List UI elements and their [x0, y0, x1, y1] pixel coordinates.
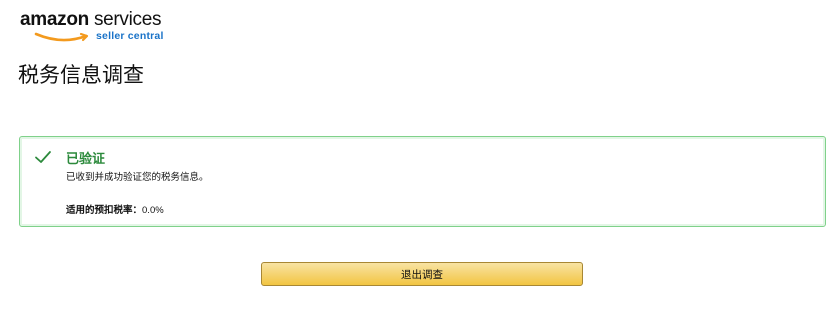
verification-success-box: 已验证 已收到并成功验证您的税务信息。 适用的预扣税率：0.0%	[19, 136, 826, 227]
checkmark-icon	[35, 151, 51, 163]
alert-heading: 已验证	[66, 151, 106, 166]
amazon-services-logo: amazon services seller central	[20, 8, 180, 48]
exit-survey-button[interactable]: 退出调查	[261, 262, 583, 286]
withholding-rate-line: 适用的预扣税率：0.0%	[66, 202, 164, 216]
amazon-smile-icon	[34, 32, 89, 42]
page-title: 税务信息调查	[18, 64, 144, 87]
logo-wordmark: amazon services	[20, 8, 162, 32]
withholding-rate-value: 0.0%	[142, 205, 164, 216]
logo-brand-text: amazon	[20, 9, 89, 30]
alert-message: 已收到并成功验证您的税务信息。	[66, 172, 209, 183]
page: amazon services seller central 税务信息调查 已验…	[0, 0, 836, 314]
logo-product-text: services	[93, 9, 162, 30]
withholding-rate-label: 适用的预扣税率：	[66, 205, 143, 216]
logo-subtitle: seller central	[96, 30, 164, 42]
